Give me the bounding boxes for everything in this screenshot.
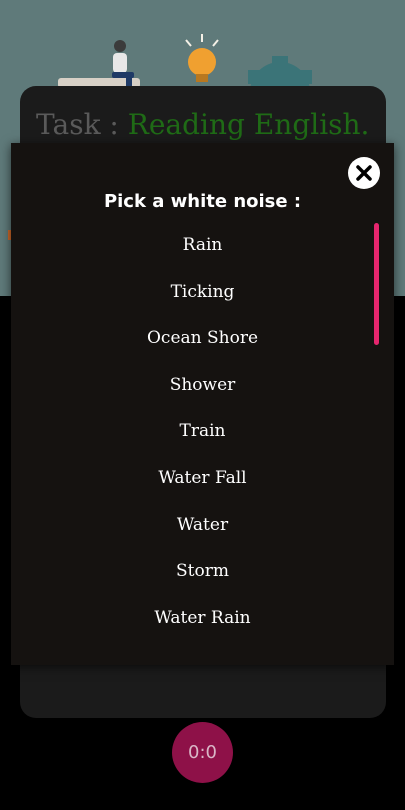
list-scrollbar[interactable] xyxy=(374,223,379,345)
timer-button[interactable]: 0:0 xyxy=(172,722,233,783)
noise-item-storm[interactable]: Storm xyxy=(11,555,394,602)
white-noise-list: Rain Ticking Ocean Shore Shower Train Wa… xyxy=(11,229,394,648)
white-noise-modal: Pick a white noise : Rain Ticking Ocean … xyxy=(11,143,394,665)
noise-item-water-rain[interactable]: Water Rain xyxy=(11,602,394,649)
noise-item-water-fall[interactable]: Water Fall xyxy=(11,462,394,509)
noise-item-shower[interactable]: Shower xyxy=(11,369,394,416)
task-label: Task : xyxy=(36,108,128,141)
modal-title: Pick a white noise : xyxy=(103,191,302,212)
close-icon xyxy=(356,165,372,181)
close-button[interactable] xyxy=(348,157,380,189)
task-title: Task : Reading English. xyxy=(36,108,369,141)
task-name: Reading English. xyxy=(127,108,370,141)
app-screen: Task : Reading English. Pick a white noi… xyxy=(0,0,405,810)
noise-item-ocean-shore[interactable]: Ocean Shore xyxy=(11,322,394,369)
noise-item-train[interactable]: Train xyxy=(11,415,394,462)
noise-item-rain[interactable]: Rain xyxy=(11,229,394,276)
noise-item-ticking[interactable]: Ticking xyxy=(11,276,394,323)
noise-item-water[interactable]: Water xyxy=(11,509,394,556)
